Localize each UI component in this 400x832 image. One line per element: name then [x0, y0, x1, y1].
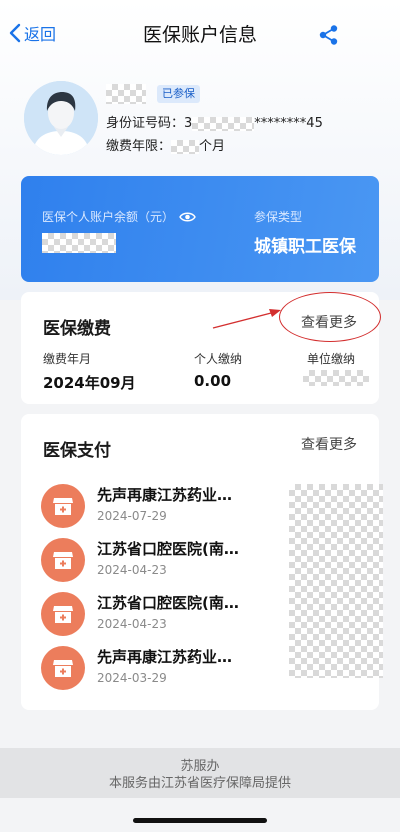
expense-record[interactable]: 江苏省口腔医院(南… 2024-04-23: [41, 538, 281, 584]
pharmacy-icon: [41, 592, 85, 636]
payment-years-row: 缴费年限： 个月: [106, 135, 225, 154]
payment-month-value: 2024年09月: [43, 374, 136, 392]
expense-record-date: 2024-04-23: [97, 563, 167, 577]
id-number-label: 身份证号码：: [106, 116, 185, 131]
insured-status-badge: 已参保: [157, 85, 200, 103]
expense-record-name: 先声再康江苏药业…: [97, 486, 233, 504]
share-icon[interactable]: [318, 24, 340, 46]
employer-payment-redacted: [303, 370, 369, 386]
payment-card-title: 医保缴费: [43, 319, 111, 339]
annotation-arrow: [212, 309, 281, 329]
pharmacy-icon: [41, 538, 85, 582]
payment-years-redacted: [171, 139, 200, 154]
expense-amounts-redacted: [289, 484, 383, 678]
expense-card-title: 医保支付: [43, 441, 111, 461]
personal-payment-value: 0.00: [194, 372, 232, 390]
balance-label: 医保个人账户余额（元）: [42, 210, 175, 224]
balance-redacted: [42, 233, 116, 253]
payment-years-label: 缴费年限：: [106, 139, 172, 154]
nav-bar: 返回 医保账户信息: [0, 0, 400, 70]
expense-record-name: 江苏省口腔医院(南…: [97, 540, 239, 558]
payment-month-label: 缴费年月: [43, 352, 92, 366]
expense-record-date: 2024-03-29: [97, 671, 167, 685]
employer-payment-label: 单位缴纳: [307, 352, 356, 366]
account-balance-card: 医保个人账户余额（元） 参保类型 城镇职工医保: [21, 176, 379, 282]
expense-view-more-link[interactable]: 查看更多: [301, 434, 357, 454]
expense-record-date: 2024-07-29: [97, 509, 167, 523]
name-redacted: [106, 84, 146, 104]
profile-section: 已参保 身份证号码：3 ********45 缴费年限： 个月: [0, 78, 400, 168]
expense-record-name: 江苏省口腔医院(南…: [97, 594, 239, 612]
expense-record[interactable]: 江苏省口腔医院(南… 2024-04-23: [41, 592, 281, 638]
footer-provider-text: 本服务由江苏省医疗保障局提供: [108, 776, 291, 791]
id-number-prefix: 3: [184, 116, 193, 131]
page-title: 医保账户信息: [142, 24, 257, 46]
pharmacy-icon: [41, 646, 85, 690]
footer: 苏服办 本服务由江苏省医疗保障局提供: [0, 748, 400, 798]
expense-card: 医保支付 查看更多 先声再康江苏药业… 2024-07-29 江苏省口腔医院(南…: [21, 414, 383, 710]
insurance-type-label: 参保类型: [254, 210, 303, 224]
expense-record[interactable]: 先声再康江苏药业… 2024-03-29: [41, 646, 281, 692]
expense-record-name: 先声再康江苏药业…: [97, 648, 233, 666]
insurance-type-value: 城镇职工医保: [254, 237, 356, 257]
personal-payment-label: 个人缴纳: [194, 352, 243, 366]
id-number-row: 身份证号码：3 ********45: [106, 112, 323, 131]
payment-years-unit: 个月: [199, 139, 226, 154]
person-avatar-icon: [24, 81, 98, 155]
expense-record[interactable]: 先声再康江苏药业… 2024-07-29: [41, 484, 281, 530]
home-indicator: [133, 818, 267, 823]
eye-icon[interactable]: [179, 211, 196, 223]
payment-card: 医保缴费 查看更多 缴费年月 个人缴纳 单位缴纳 2024年09月 0.00: [21, 292, 381, 404]
id-number-suffix: ********45: [254, 116, 323, 131]
avatar: [24, 81, 98, 155]
id-number-redacted: [192, 116, 255, 131]
expense-record-date: 2024-04-23: [97, 617, 167, 631]
payment-view-more-link[interactable]: 查看更多: [301, 312, 357, 332]
balance-label-row: 医保个人账户余额（元）: [42, 208, 196, 225]
pharmacy-icon: [41, 484, 85, 528]
